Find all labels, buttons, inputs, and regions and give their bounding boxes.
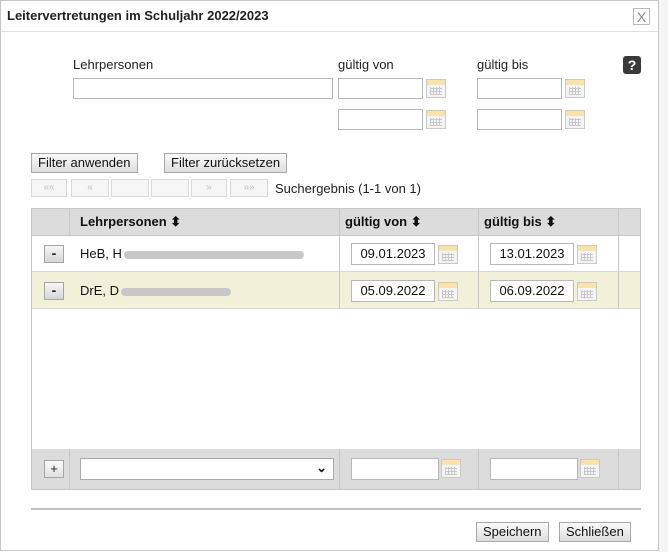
calendar-icon[interactable] bbox=[577, 245, 597, 264]
column-header-to[interactable]: gültig bis ⬍ bbox=[484, 214, 556, 230]
column-separator bbox=[478, 449, 479, 489]
filter-label-persons: Lehrpersonen bbox=[73, 57, 154, 72]
filter-to-input[interactable] bbox=[477, 78, 562, 99]
column-header-persons[interactable]: Lehrpersonen ⬍ bbox=[80, 214, 181, 230]
calendar-icon[interactable] bbox=[426, 79, 446, 98]
pager-last-button[interactable]: »» bbox=[230, 179, 268, 197]
dialog-title: Leitervertretungen im Schuljahr 2022/202… bbox=[7, 8, 269, 23]
redacted-name-mark bbox=[121, 287, 231, 296]
row-from-date[interactable]: 05.09.2022 bbox=[351, 280, 435, 302]
filter-label-from: gültig von bbox=[338, 57, 394, 72]
pager-first-button[interactable]: «« bbox=[31, 179, 67, 197]
column-separator bbox=[618, 209, 619, 309]
calendar-icon[interactable] bbox=[438, 245, 458, 264]
row-person-name: DrE, D bbox=[80, 283, 231, 298]
reset-filter-button[interactable]: Filter zurücksetzen bbox=[164, 153, 288, 173]
column-separator bbox=[339, 449, 340, 489]
row-person-name-text: DrE, D bbox=[80, 283, 119, 298]
dialog-titlebar: Leitervertretungen im Schuljahr 2022/202… bbox=[1, 1, 658, 32]
row-to-date[interactable]: 13.01.2023 bbox=[490, 243, 574, 265]
column-header-from[interactable]: gültig von ⬍ bbox=[345, 214, 422, 230]
chevron-down-icon: ⌄ bbox=[316, 460, 327, 475]
remove-row-button[interactable]: - bbox=[44, 282, 64, 300]
substitutions-grid: Lehrpersonen ⬍ gültig von ⬍ gültig bis ⬍… bbox=[31, 208, 641, 490]
grid-header: Lehrpersonen ⬍ gültig von ⬍ gültig bis ⬍ bbox=[32, 209, 640, 236]
background-edge bbox=[659, 0, 668, 552]
add-row-button[interactable]: + bbox=[44, 460, 64, 478]
filter-to-input-2[interactable] bbox=[477, 109, 562, 130]
calendar-icon[interactable] bbox=[580, 459, 600, 478]
search-result-text: Suchergebnis (1-1 von 1) bbox=[275, 181, 421, 196]
calendar-icon[interactable] bbox=[438, 282, 458, 301]
table-row: - HeB, H 09.01.2023 13.01.2023 bbox=[32, 235, 640, 272]
row-person-name-text: HeB, H bbox=[80, 246, 122, 261]
pager-next-button[interactable]: » bbox=[191, 179, 227, 197]
redacted-name-mark bbox=[123, 250, 304, 259]
calendar-icon[interactable] bbox=[577, 282, 597, 301]
close-icon[interactable]: X bbox=[633, 8, 650, 25]
help-icon[interactable]: ? bbox=[623, 56, 641, 74]
new-from-date-input[interactable] bbox=[351, 458, 439, 480]
remove-row-button[interactable]: - bbox=[44, 245, 64, 263]
apply-filter-button[interactable]: Filter anwenden bbox=[31, 153, 138, 173]
filter-from-input-2[interactable] bbox=[338, 109, 423, 130]
column-separator bbox=[478, 209, 479, 309]
calendar-icon[interactable] bbox=[426, 110, 446, 129]
new-to-date-input[interactable] bbox=[490, 458, 578, 480]
pager-prev-button[interactable]: « bbox=[71, 179, 109, 197]
person-select[interactable]: ⌄ bbox=[80, 458, 334, 480]
filter-persons-input[interactable] bbox=[73, 78, 333, 99]
filter-label-to: gültig bis bbox=[477, 57, 529, 72]
calendar-icon[interactable] bbox=[565, 110, 585, 129]
add-row-area: + ⌄ bbox=[32, 449, 640, 489]
column-separator bbox=[69, 209, 70, 235]
row-to-date[interactable]: 06.09.2022 bbox=[490, 280, 574, 302]
row-from-date[interactable]: 09.01.2023 bbox=[351, 243, 435, 265]
pager-page-field-2 bbox=[151, 179, 189, 197]
calendar-icon[interactable] bbox=[441, 459, 461, 478]
pager-page-field bbox=[111, 179, 149, 197]
calendar-icon[interactable] bbox=[565, 79, 585, 98]
column-separator bbox=[339, 209, 340, 309]
footer-divider bbox=[31, 508, 641, 510]
save-button[interactable]: Speichern bbox=[476, 522, 549, 542]
column-separator bbox=[69, 449, 70, 489]
table-row: - DrE, D 05.09.2022 06.09.2022 bbox=[32, 272, 640, 309]
row-person-name: HeB, H bbox=[80, 246, 304, 261]
close-button[interactable]: Schließen bbox=[559, 522, 631, 542]
column-separator bbox=[618, 449, 619, 489]
filter-from-input[interactable] bbox=[338, 78, 423, 99]
leitervertretungen-dialog: Leitervertretungen im Schuljahr 2022/202… bbox=[0, 0, 659, 551]
